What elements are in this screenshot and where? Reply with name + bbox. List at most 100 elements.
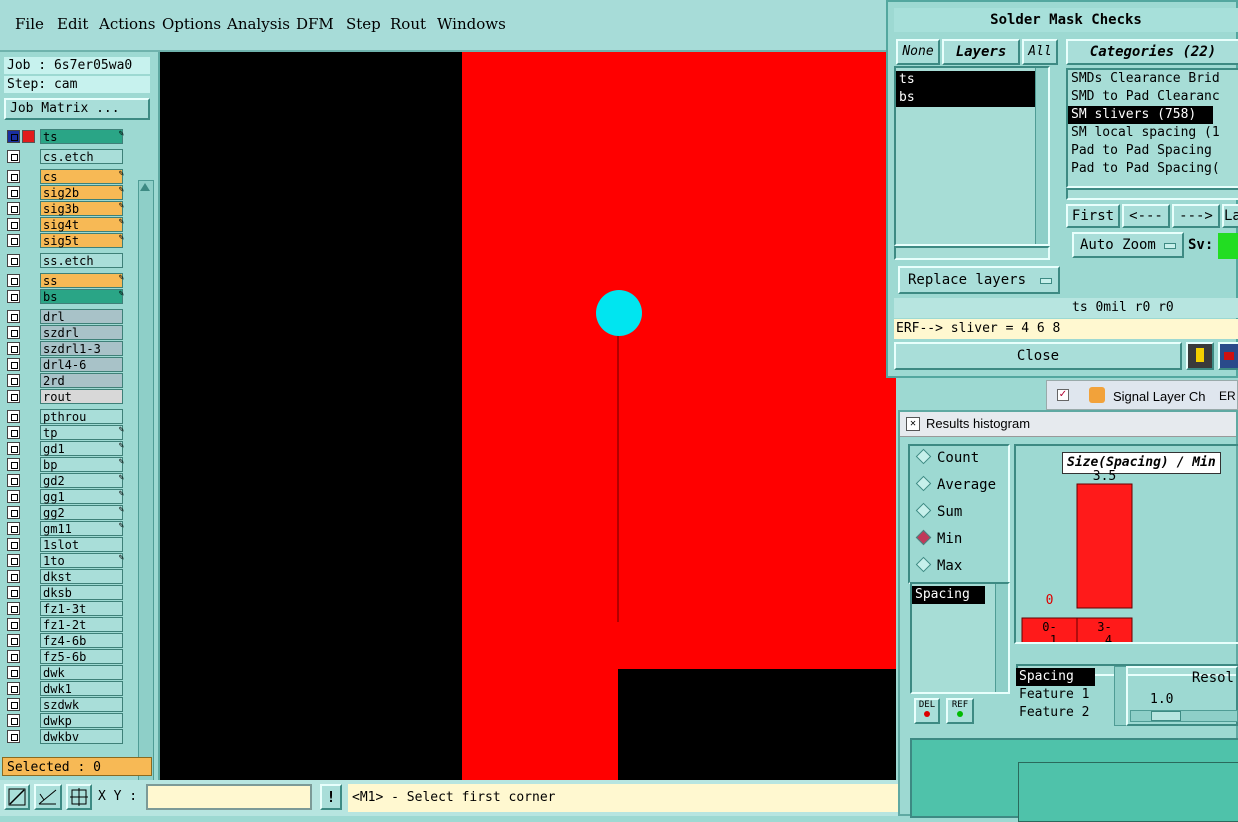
layer-checkbox[interactable]	[7, 474, 20, 487]
layer-checkbox[interactable]	[7, 202, 20, 215]
layer-checkbox[interactable]	[7, 254, 20, 267]
job-matrix-button[interactable]: Job Matrix ...	[4, 98, 150, 120]
snap-grid-icon[interactable]	[66, 784, 92, 810]
radio-sum[interactable]: Sum	[915, 502, 962, 520]
first-button[interactable]: First	[1066, 204, 1120, 228]
layer-row-dwkbv[interactable]: dwkbv	[4, 729, 126, 744]
all-button[interactable]: All	[1022, 39, 1058, 65]
layer-checkbox[interactable]	[7, 218, 20, 231]
layer-row-fz4-6b[interactable]: fz4-6b	[4, 633, 126, 648]
layer-checkbox[interactable]	[7, 554, 20, 567]
menu-options[interactable]: Options	[162, 15, 221, 33]
menu-rout[interactable]: Rout	[390, 15, 426, 33]
layer-checkbox[interactable]	[7, 682, 20, 695]
layer-checkbox[interactable]	[7, 698, 20, 711]
list-item[interactable]: SM local spacing (1	[1068, 124, 1238, 142]
layer-checkbox[interactable]	[7, 570, 20, 583]
signal-layer-tab[interactable]: ✓ Signal Layer Ch ER	[1046, 380, 1238, 410]
layer-row-fz1-3t[interactable]: fz1-3t	[4, 601, 126, 616]
layer-checkbox[interactable]	[7, 358, 20, 371]
layer-row-dwkp[interactable]: dwkp	[4, 713, 126, 728]
menu-edit[interactable]: Edit	[57, 15, 88, 33]
layer-checkbox[interactable]	[7, 274, 20, 287]
layer-row-sig5t[interactable]: sig5t ✎	[4, 233, 126, 248]
layer-row-dkst[interactable]: dkst	[4, 569, 126, 584]
layer-list-scrollbar[interactable]	[138, 180, 154, 807]
layer-checkbox[interactable]	[7, 442, 20, 455]
layer-row-szdrl[interactable]: szdrl	[4, 325, 126, 340]
menu-file[interactable]: File	[15, 15, 44, 33]
layer-row-fz1-2t[interactable]: fz1-2t	[4, 617, 126, 632]
category-list[interactable]: SMDs Clearance Brid SMD to Pad Clearanc …	[1066, 68, 1238, 188]
layer-checkbox[interactable]	[7, 730, 20, 743]
layer-checkbox[interactable]	[7, 326, 20, 339]
layer-row-ss.etch[interactable]: ss.etch	[4, 253, 126, 268]
measure-icon[interactable]	[34, 784, 62, 810]
slider-handle[interactable]	[1151, 711, 1181, 721]
menu-step[interactable]: Step	[346, 15, 381, 33]
layer-checkbox[interactable]	[7, 426, 20, 439]
layer-row-bp[interactable]: bp ✎	[4, 457, 126, 472]
layer-checkbox[interactable]	[7, 390, 20, 403]
list-item[interactable]: ts	[896, 71, 1037, 89]
list-item[interactable]: Feature 1	[1016, 686, 1089, 704]
layer-checkbox[interactable]	[7, 374, 20, 387]
list-item[interactable]: SMDs Clearance Brid	[1068, 70, 1238, 88]
layer-checkbox[interactable]	[7, 714, 20, 727]
close-icon[interactable]: ✕	[906, 417, 920, 431]
layer-checkbox[interactable]	[7, 150, 20, 163]
list-item[interactable]: Pad to Pad Spacing	[1068, 142, 1238, 160]
close-button[interactable]: Close	[894, 342, 1182, 370]
graphics-canvas[interactable]	[160, 52, 896, 780]
prev-button[interactable]: <---	[1122, 204, 1170, 228]
layer-row-cs[interactable]: cs ✎	[4, 169, 126, 184]
layer-row-sig3b[interactable]: sig3b ✎	[4, 201, 126, 216]
replace-layers-menu[interactable]: Replace layers	[898, 266, 1060, 294]
histogram-bar[interactable]	[1076, 483, 1133, 609]
next-button[interactable]: --->	[1172, 204, 1220, 228]
list-item[interactable]: Pad to Pad Spacing(	[1068, 160, 1238, 178]
layer-checkbox[interactable]	[7, 458, 20, 471]
layer-row-cs.etch[interactable]: cs.etch	[4, 149, 126, 164]
ref-button[interactable]: REF	[946, 698, 974, 724]
del-button[interactable]: DEL	[914, 698, 940, 724]
layer-checkbox[interactable]	[7, 650, 20, 663]
layer-row-gd2[interactable]: gd2 ✎	[4, 473, 126, 488]
field-list-scrollbar[interactable]	[995, 584, 1008, 692]
xy-input[interactable]	[146, 784, 312, 810]
layer-checkbox[interactable]	[7, 310, 20, 323]
layer-row-gd1[interactable]: gd1 ✎	[4, 441, 126, 456]
list-item[interactable]: Spacing	[1016, 668, 1095, 686]
layer-checkbox[interactable]	[7, 618, 20, 631]
layer-row-tp[interactable]: tp ✎	[4, 425, 126, 440]
tool-icon[interactable]	[1186, 342, 1214, 370]
layer-checkbox[interactable]	[7, 490, 20, 503]
list-item[interactable]: Spacing	[912, 586, 985, 604]
layer-row-pthrou[interactable]: pthrou	[4, 409, 126, 424]
layer-row-gm11[interactable]: gm11 ✎	[4, 521, 126, 536]
radio-min[interactable]: Min	[915, 529, 962, 547]
layer-checkbox[interactable]	[7, 538, 20, 551]
layer-checkbox[interactable]	[7, 186, 20, 199]
layer-row-gg2[interactable]: gg2 ✎	[4, 505, 126, 520]
layer-row-rout[interactable]: rout	[4, 389, 126, 404]
layer-checkbox[interactable]	[7, 666, 20, 679]
layer-row-dksb[interactable]: dksb	[4, 585, 126, 600]
layer-checkbox[interactable]	[7, 506, 20, 519]
layer-list-scrollbar[interactable]	[1035, 68, 1048, 244]
layer-checkbox[interactable]	[7, 634, 20, 647]
layer-row-ts[interactable]: ts ✎	[4, 129, 126, 144]
layer-row-sig2b[interactable]: sig2b ✎	[4, 185, 126, 200]
menu-windows[interactable]: Windows	[437, 15, 506, 33]
category-hscroll[interactable]	[1066, 188, 1238, 200]
radio-count[interactable]: Count	[915, 448, 979, 466]
layer-row-2rd[interactable]: 2rd	[4, 373, 126, 388]
layer-checkbox[interactable]	[7, 170, 20, 183]
stop-icon[interactable]	[1218, 342, 1238, 370]
layer-row-fz5-6b[interactable]: fz5-6b	[4, 649, 126, 664]
layer-row-drl4-6[interactable]: drl4-6	[4, 357, 126, 372]
pad-circle[interactable]	[596, 290, 642, 336]
field-list[interactable]: Spacing	[910, 582, 1010, 694]
resolution-slider[interactable]	[1130, 710, 1238, 722]
layer-checkbox[interactable]	[7, 342, 20, 355]
